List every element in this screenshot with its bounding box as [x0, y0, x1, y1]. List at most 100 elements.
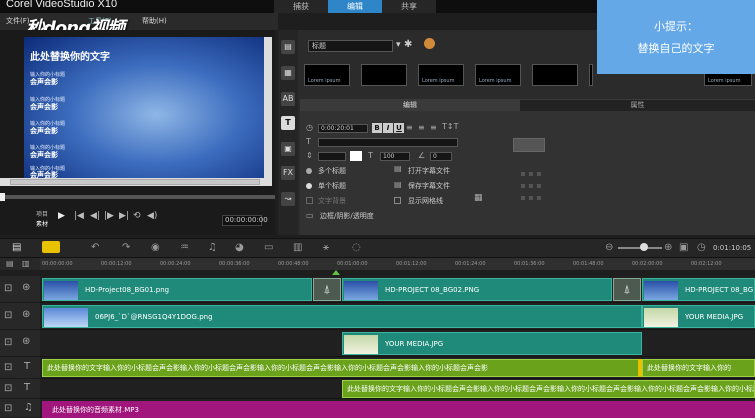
path-icon[interactable]: ↝ — [281, 192, 295, 206]
filter-icon[interactable]: FX — [281, 166, 295, 180]
playhead-marker[interactable] — [332, 270, 340, 275]
italic-button[interactable]: I — [383, 123, 393, 133]
rotation-field[interactable]: 0 — [430, 152, 452, 161]
home-icon[interactable]: |◀ — [74, 211, 84, 221]
overlay-clip[interactable]: YOUR MEDIA.JPG — [342, 332, 642, 355]
next-frame-icon[interactable]: |▶ — [104, 211, 114, 221]
mode-project-label[interactable]: 项目 — [36, 209, 48, 218]
scrubber-handle[interactable] — [0, 193, 5, 201]
title-icon[interactable]: T — [281, 116, 295, 130]
title-clip[interactable]: 此处替换你的文字输入你的小标题会声会影输入你的小标题会声会影输入你的小标题会声会… — [42, 359, 640, 377]
font-select[interactable] — [318, 138, 458, 147]
title-clip[interactable]: 此处替换你的文字输入你的小标题会声会影输入你的小标题会声会影输入你的小标题会声会… — [342, 380, 755, 398]
scrubber-bar[interactable] — [0, 195, 275, 199]
video-clip[interactable]: HD-PROJECT 08_BG — [642, 278, 755, 301]
title-template-thumb[interactable] — [589, 64, 593, 86]
border-shadow-label[interactable]: 边框/阴影/透明度 — [320, 211, 374, 221]
transition-clip[interactable]: ⍋ — [313, 278, 341, 301]
subtitle-editor-icon[interactable]: ▭ — [264, 242, 273, 253]
category-select[interactable]: 标题 — [308, 40, 393, 52]
duration-field[interactable]: 0:00:20:01 — [318, 124, 368, 133]
zoom-in-icon[interactable]: ⊕ — [664, 242, 672, 253]
repeat-icon[interactable]: ⟲ — [133, 211, 141, 221]
store-icon[interactable] — [424, 38, 435, 49]
volume-icon[interactable]: ◀) — [147, 211, 157, 221]
media-icon[interactable]: ▤ — [281, 40, 295, 54]
open-file-icon[interactable]: ▤ — [394, 164, 402, 173]
dropdown-arrow-icon[interactable]: ▾ — [396, 40, 401, 50]
redo-icon[interactable]: ↷ — [122, 242, 130, 253]
ruler-tick: 00:00:24:00 — [160, 261, 191, 267]
alignment-preset-select[interactable] — [513, 138, 545, 152]
motion-tracking-icon[interactable]: ◕ — [235, 242, 244, 253]
menu-help[interactable]: 帮助(H) — [142, 16, 167, 26]
show-grid-checkbox[interactable] — [394, 197, 401, 204]
options-tab-attributes[interactable]: 属性 — [520, 99, 755, 111]
underline-button[interactable]: U — [394, 123, 404, 133]
title-template-thumb[interactable] — [361, 64, 407, 86]
options-tab-edit[interactable]: 编辑 — [300, 99, 520, 111]
save-subtitle-file-label[interactable]: 保存字幕文件 — [408, 181, 450, 191]
time-remapping-icon[interactable]: ◌ — [352, 242, 361, 253]
align-center-icon[interactable]: ≡ — [418, 123, 425, 132]
graphic-icon[interactable]: ▣ — [281, 142, 295, 156]
video-clip[interactable]: HD-PROJECT 08_BG02.PNG — [342, 278, 612, 301]
audio-clip[interactable]: 此处替换你的音频素材.MP3 — [42, 401, 755, 418]
previous-frame-icon[interactable]: ◀| — [90, 211, 100, 221]
title-template-thumb[interactable]: Lorem ipsum — [418, 64, 464, 86]
overlay-clip[interactable]: 06PJ6_`D`@RNSG1Q4Y1DOG.png — [42, 305, 642, 328]
bold-button[interactable]: B — [372, 123, 382, 133]
end-icon[interactable]: ▶| — [119, 211, 129, 221]
zoom-out-icon[interactable]: ⊖ — [605, 242, 613, 253]
video-clip[interactable]: HD-Project08_BG01.png — [42, 278, 312, 301]
auto-music-icon[interactable]: ♫ — [208, 242, 217, 253]
tab-edit[interactable]: 编辑 — [328, 0, 382, 13]
fit-project-icon[interactable]: ▣ — [679, 242, 688, 253]
title-track-header: ⊡ T — [0, 357, 40, 379]
record-capture-icon[interactable]: ◉ — [151, 242, 160, 253]
font-size-select[interactable]: 100 — [380, 152, 410, 161]
storyboard-view-icon[interactable]: ▤ — [12, 242, 21, 253]
split-screen-icon[interactable]: ⚹ — [323, 242, 329, 253]
alignment-grid[interactable]: ▪ ▪ ▪ ▪ ▪ ▪ ▪ ▪ ▪ — [511, 168, 551, 208]
timeline-view-icon[interactable] — [42, 241, 60, 253]
transition-icon[interactable]: AB — [281, 92, 295, 106]
instant-project-icon[interactable]: ▦ — [281, 66, 295, 80]
text-bg-checkbox[interactable] — [306, 197, 313, 204]
chapter-point-icon[interactable]: ▥ — [22, 259, 30, 268]
timeline-timecode[interactable]: 0:01:10:05 — [713, 244, 751, 252]
save-file-icon[interactable]: ▤ — [394, 180, 402, 189]
multi-camera-icon[interactable]: ▥ — [293, 242, 302, 253]
text-direction-icon[interactable]: T↕T — [442, 122, 458, 131]
border-shadow-icon[interactable]: ▭ — [306, 211, 314, 220]
mode-clip-label[interactable]: 素材 — [36, 219, 48, 228]
play-icon[interactable]: ▶ — [58, 211, 65, 221]
line-spacing-select[interactable] — [318, 152, 346, 161]
color-swatch[interactable] — [350, 151, 362, 161]
open-subtitle-file-label[interactable]: 打开字幕文件 — [408, 166, 450, 176]
multi-title-radio[interactable] — [306, 168, 312, 174]
transition-clip[interactable]: ⍋ — [613, 278, 641, 301]
align-right-icon[interactable]: ≡ — [430, 123, 437, 132]
preview-timecode[interactable]: 00:00:00:00 — [222, 215, 268, 226]
single-title-radio[interactable] — [306, 183, 312, 189]
track-manager-icon[interactable]: ▤ — [6, 259, 14, 268]
overlay-clip[interactable]: YOUR MEDIA.JPG — [642, 305, 755, 328]
sound-mixer-icon[interactable]: ♒ — [180, 242, 189, 253]
align-left-icon[interactable]: ≡ — [406, 123, 413, 132]
grid-options-icon[interactable]: ▦ — [474, 193, 483, 203]
title-track-icon: T — [24, 361, 31, 372]
line-spacing-icon: ⇕ — [306, 151, 313, 160]
tab-share[interactable]: 共享 — [382, 0, 436, 13]
title-template-thumb[interactable] — [532, 64, 578, 86]
overlay-track-icon: ⊛ — [22, 336, 31, 347]
undo-icon[interactable]: ↶ — [91, 242, 99, 253]
title-clip[interactable]: 此处替换你的文字输入你的 — [642, 359, 755, 377]
tab-capture[interactable]: 捕获 — [274, 0, 328, 13]
title-template-thumb[interactable]: Lorem ipsum — [304, 64, 350, 86]
add-to-favorites-icon[interactable]: ✱ — [404, 39, 412, 50]
scrollbar-thumb[interactable] — [10, 179, 260, 185]
zoom-slider-handle[interactable] — [640, 243, 648, 251]
preview-vertical-scrollbar[interactable] — [264, 37, 272, 178]
title-template-thumb[interactable]: Lorem ipsum — [475, 64, 521, 86]
